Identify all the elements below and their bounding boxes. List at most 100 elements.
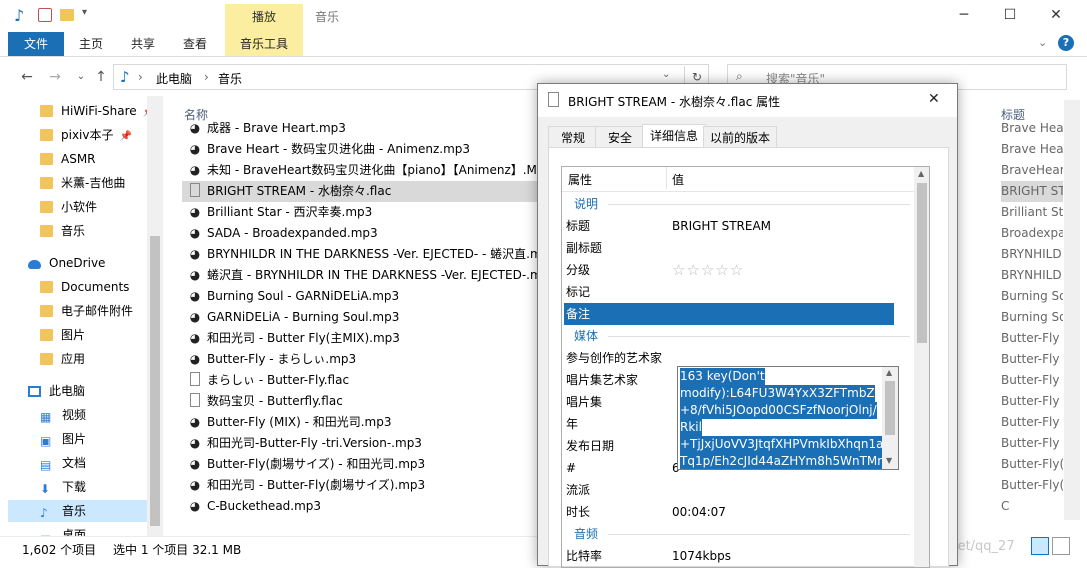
onedrive-item[interactable]: 电子邮件附件	[40, 300, 133, 322]
property-row[interactable]: 备注	[564, 303, 894, 325]
ribbon-tab-music-tools[interactable]: 音乐工具	[225, 32, 303, 56]
dialog-close-button[interactable]: ✕	[928, 91, 940, 107]
ribbon-tab-view[interactable]: 查看	[174, 32, 216, 56]
video-icon: ▦	[40, 410, 52, 424]
file-row[interactable]: ◕ Butter-Fly(劇場サイズ) - 和田光司.mp3	[182, 454, 537, 475]
maximize-button[interactable]: ☐	[987, 0, 1033, 32]
onedrive-item[interactable]: Documents	[40, 276, 129, 298]
large-icons-view-icon[interactable]	[1052, 537, 1070, 555]
ribbon-tab-home[interactable]: 主页	[70, 32, 112, 56]
scroll-down-icon[interactable]: ▼	[886, 456, 892, 465]
this-pc-item[interactable]: ▤ 文档	[40, 452, 86, 474]
music-note-icon: ♪	[14, 6, 25, 25]
quick-access-label: 小软件	[61, 200, 98, 214]
nav-scrollbar-thumb[interactable]	[150, 236, 160, 526]
property-scrollbar[interactable]: ▲	[914, 167, 929, 567]
document-icon: ▤	[40, 458, 52, 472]
properties-quick-icon[interactable]	[38, 8, 52, 22]
file-row[interactable]: ◕ 蜷沢直 - BRYNHILDR IN THE DARKNESS -Ver. E…	[182, 265, 537, 286]
nav-scrollbar[interactable]	[147, 96, 163, 536]
quick-access-item[interactable]: pixiv本子 📌	[40, 124, 132, 146]
file-row[interactable]: ◕ 和田光司 - Butter-Fly(劇場サイズ).mp3	[182, 475, 537, 496]
file-row[interactable]: ◕ BRYNHILDR IN THE DARKNESS -Ver. EJECTED…	[182, 244, 537, 265]
new-folder-quick-icon[interactable]	[60, 9, 74, 21]
details-view-icon[interactable]	[1031, 537, 1049, 555]
file-name: まらしぃ - Butter-Fly.flac	[207, 373, 350, 387]
flac-file-icon	[190, 183, 200, 197]
file-row[interactable]: ◕ Butter-Fly - まらしぃ.mp3	[182, 349, 537, 370]
file-row[interactable]: ◕ 成器 - Brave Heart.mp3	[182, 118, 537, 139]
recent-locations-chevron-icon[interactable]: ⌄	[70, 66, 92, 88]
file-row[interactable]: BRIGHT STREAM - 水樹奈々.flac	[182, 181, 537, 202]
onedrive-item[interactable]: 图片	[40, 324, 85, 346]
this-pc-item-label: 视频	[62, 408, 87, 422]
file-row[interactable]: ◕ Brave Heart - 数码宝贝进化曲 - Animenz.mp3	[182, 139, 537, 160]
property-name: 流派	[566, 483, 591, 497]
folder-icon	[40, 329, 53, 341]
this-pc-item[interactable]: ▭ 桌面	[40, 524, 86, 536]
back-arrow-icon[interactable]: ←	[16, 66, 38, 88]
file-row[interactable]: 数码宝贝 - Butterfly.flac	[182, 391, 537, 412]
comment-scrollbar-thumb[interactable]	[885, 381, 895, 435]
file-row[interactable]: ◕ 未知 - BraveHeart数码宝贝进化曲【piano】【Animenz】.…	[182, 160, 537, 181]
file-row[interactable]: ◕ SADA - Broadexpanded.mp3	[182, 223, 537, 244]
column-header-value[interactable]: 值	[672, 171, 684, 188]
this-pc-item[interactable]: ▦ 视频	[40, 404, 86, 426]
property-row[interactable]: 副标题	[564, 237, 916, 259]
address-dropdown-chevron-icon[interactable]: ⌄	[662, 69, 670, 80]
file-row[interactable]: ◕ C-Buckethead.mp3	[182, 496, 537, 517]
expand-ribbon-icon[interactable]: ⌄	[1038, 36, 1047, 49]
nav-this-pc[interactable]: 此电脑	[28, 380, 85, 402]
this-pc-item[interactable]: ▣ 图片	[40, 428, 86, 450]
minimize-button[interactable]: ─	[941, 0, 987, 32]
file-scrollbar[interactable]	[1064, 100, 1080, 520]
nav-onedrive[interactable]: OneDrive	[28, 252, 105, 274]
property-row[interactable]: 时长 00:04:07	[564, 501, 916, 523]
property-row[interactable]: 流派	[564, 479, 916, 501]
quick-access-item[interactable]: ASMR	[40, 148, 96, 170]
quick-access-item[interactable]: 小软件	[40, 196, 97, 218]
property-name: 发布日期	[566, 439, 615, 453]
ribbon-tab-file[interactable]: 文件	[8, 32, 64, 56]
help-icon[interactable]: ?	[1058, 35, 1074, 51]
file-title-cell: Butter-Fly(	[1001, 478, 1063, 492]
property-row[interactable]: 分级 ☆☆☆☆☆	[564, 259, 916, 281]
scroll-up-icon[interactable]: ▲	[886, 368, 892, 377]
picture-icon: ▣	[40, 434, 52, 448]
onedrive-item-label: 电子邮件附件	[61, 304, 134, 318]
quick-access-item[interactable]: 音乐	[40, 220, 85, 242]
this-pc-item[interactable]: ⬇ 下载	[40, 476, 86, 498]
file-row[interactable]: ◕ 和田光司-Butter-Fly -tri.Version-.mp3	[182, 433, 537, 454]
this-pc-item-label: 音乐	[62, 504, 87, 518]
file-row[interactable]: ◕ Butter-Fly (MIX) - 和田光司.mp3	[182, 412, 537, 433]
folder-icon	[40, 129, 53, 141]
comment-edit-field[interactable]: 163 key(Don't modify):L64FU3W4YxX3ZFTmbZ +…	[677, 366, 899, 470]
property-row[interactable]: 标题 BRIGHT STREAM	[564, 215, 916, 237]
property-row[interactable]: 比特率 1074kbps	[564, 545, 916, 567]
contextual-tab-play[interactable]: 播放	[225, 4, 303, 32]
property-row[interactable]: 标记	[564, 281, 916, 303]
property-scrollbar-thumb[interactable]	[917, 183, 927, 343]
file-row[interactable]: ◕ 和田光司 - Butter Fly(主MIX).mp3	[182, 328, 537, 349]
column-header-property[interactable]: 属性	[568, 171, 592, 188]
file-row[interactable]: まらしぃ - Butter-Fly.flac	[182, 370, 537, 391]
quick-access-item[interactable]: HiWiFi-Share📌	[40, 100, 155, 122]
scroll-up-icon[interactable]: ▲	[918, 169, 924, 178]
quick-access-item[interactable]: 米薰-吉他曲	[40, 172, 125, 194]
customize-toolbar-chevron-icon[interactable]: ▾	[82, 7, 87, 18]
ribbon-tab-share[interactable]: 共享	[122, 32, 164, 56]
this-pc-item[interactable]: ♪ 音乐	[8, 500, 147, 522]
forward-arrow-icon[interactable]: →	[44, 66, 66, 88]
file-row[interactable]: ◕ Brilliant Star - 西沢幸奏.mp3	[182, 202, 537, 223]
rating-stars[interactable]: ☆☆☆☆☆	[672, 259, 744, 281]
close-window-button[interactable]: ✕	[1033, 0, 1079, 32]
file-row[interactable]: ◕ Burning Soul - GARNiDELiA.mp3	[182, 286, 537, 307]
file-name: BRIGHT STREAM - 水樹奈々.flac	[207, 184, 392, 198]
file-row[interactable]: ◕ GARNiDELiA - Burning Soul.mp3	[182, 307, 537, 328]
up-arrow-icon[interactable]: ↑	[90, 66, 112, 88]
onedrive-item[interactable]: 应用	[40, 348, 85, 370]
breadcrumb-this-pc[interactable]: 此电脑	[156, 70, 192, 87]
breadcrumb-music[interactable]: 音乐	[218, 70, 242, 87]
comment-scrollbar[interactable]: ▲ ▼	[882, 367, 898, 469]
folder-icon	[40, 305, 53, 317]
